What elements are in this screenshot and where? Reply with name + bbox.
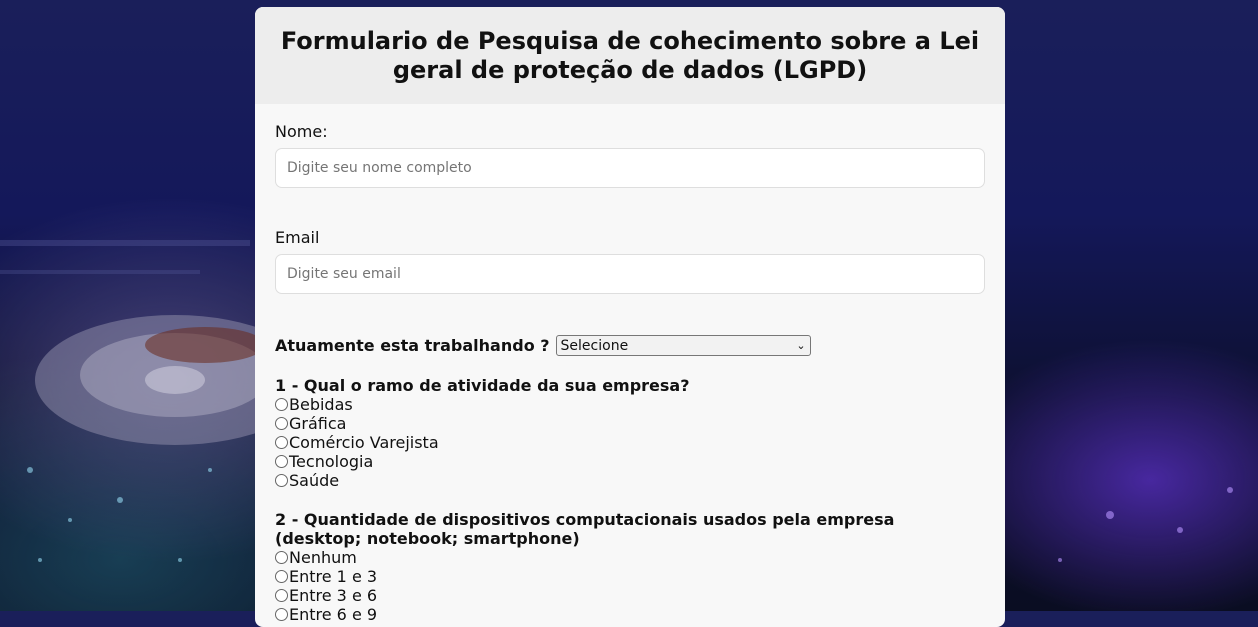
radio-button[interactable] bbox=[275, 474, 288, 487]
radio-button[interactable] bbox=[275, 455, 288, 468]
option-label: Entre 1 e 3 bbox=[289, 567, 378, 586]
option-entre-6-e-9[interactable]: Entre 6 e 9 bbox=[275, 605, 985, 624]
option-label: Entre 6 e 9 bbox=[289, 605, 378, 624]
radio-button[interactable] bbox=[275, 417, 288, 430]
survey-card: Formulario de Pesquisa de cohecimento so… bbox=[255, 7, 1005, 627]
name-label: Nome: bbox=[275, 122, 328, 141]
working-row: Atuamente esta trabalhando ? Selecione ⌄ bbox=[275, 335, 985, 356]
email-label: Email bbox=[275, 228, 320, 247]
option-grafica[interactable]: Gráfica bbox=[275, 414, 985, 433]
working-select[interactable]: Selecione ⌄ bbox=[555, 335, 811, 356]
question-2: 2 - Quantidade de dispositivos computaci… bbox=[275, 510, 985, 624]
working-label: Atuamente esta trabalhando ? bbox=[275, 336, 550, 355]
working-select-value: Selecione bbox=[560, 337, 629, 354]
radio-button[interactable] bbox=[275, 608, 288, 621]
question-1: 1 - Qual o ramo de atividade da sua empr… bbox=[275, 376, 985, 490]
chevron-down-icon: ⌄ bbox=[796, 339, 806, 352]
option-entre-1-e-3[interactable]: Entre 1 e 3 bbox=[275, 567, 985, 586]
name-input[interactable] bbox=[275, 148, 985, 188]
option-label: Nenhum bbox=[289, 548, 357, 567]
option-label: Saúde bbox=[289, 471, 340, 490]
survey-form: Nome: Email Atuamente esta trabalhando ?… bbox=[255, 104, 1005, 624]
card-header: Formulario de Pesquisa de cohecimento so… bbox=[255, 7, 1005, 104]
name-group: Nome: bbox=[275, 122, 985, 188]
option-label: Gráfica bbox=[289, 414, 347, 433]
option-comercio-varejista[interactable]: Comércio Varejista bbox=[275, 433, 985, 452]
option-label: Comércio Varejista bbox=[289, 433, 439, 452]
option-label: Entre 3 e 6 bbox=[289, 586, 378, 605]
radio-button[interactable] bbox=[275, 589, 288, 602]
option-saude[interactable]: Saúde bbox=[275, 471, 985, 490]
option-entre-3-e-6[interactable]: Entre 3 e 6 bbox=[275, 586, 985, 605]
radio-button[interactable] bbox=[275, 398, 288, 411]
option-bebidas[interactable]: Bebidas bbox=[275, 395, 985, 414]
page-title: Formulario de Pesquisa de cohecimento so… bbox=[280, 26, 980, 84]
question-2-title: 2 - Quantidade de dispositivos computaci… bbox=[275, 510, 895, 548]
question-1-title: 1 - Qual o ramo de atividade da sua empr… bbox=[275, 376, 690, 395]
radio-button[interactable] bbox=[275, 551, 288, 564]
option-label: Bebidas bbox=[289, 395, 353, 414]
option-tecnologia[interactable]: Tecnologia bbox=[275, 452, 985, 471]
option-label: Tecnologia bbox=[289, 452, 374, 471]
email-group: Email bbox=[275, 228, 985, 294]
radio-button[interactable] bbox=[275, 570, 288, 583]
radio-button[interactable] bbox=[275, 436, 288, 449]
option-nenhum[interactable]: Nenhum bbox=[275, 548, 985, 567]
email-input[interactable] bbox=[275, 254, 985, 294]
